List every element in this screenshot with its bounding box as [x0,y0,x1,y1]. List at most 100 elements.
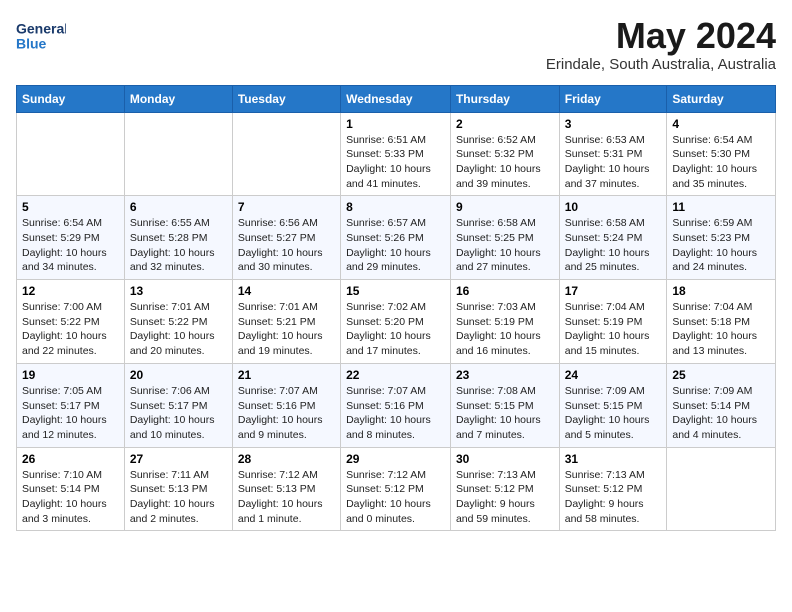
day-cell: 14 Sunrise: 7:01 AMSunset: 5:21 PMDaylig… [232,280,340,364]
day-cell: 15 Sunrise: 7:02 AMSunset: 5:20 PMDaylig… [341,280,451,364]
day-info: Sunrise: 6:52 AMSunset: 5:32 PMDaylight:… [456,133,554,192]
day-number: 20 [130,368,227,382]
calendar-table: SundayMondayTuesdayWednesdayThursdayFrid… [16,85,776,532]
day-info: Sunrise: 7:08 AMSunset: 5:15 PMDaylight:… [456,384,554,443]
day-info: Sunrise: 7:02 AMSunset: 5:20 PMDaylight:… [346,300,445,359]
day-info: Sunrise: 6:58 AMSunset: 5:24 PMDaylight:… [565,216,662,275]
col-header-saturday: Saturday [667,85,776,112]
day-cell: 2 Sunrise: 6:52 AMSunset: 5:32 PMDayligh… [450,112,559,196]
day-info: Sunrise: 6:53 AMSunset: 5:31 PMDaylight:… [565,133,662,192]
day-info: Sunrise: 7:07 AMSunset: 5:16 PMDaylight:… [346,384,445,443]
day-number: 24 [565,368,662,382]
col-header-tuesday: Tuesday [232,85,340,112]
month-title: May 2024 [546,16,776,56]
day-info: Sunrise: 7:06 AMSunset: 5:17 PMDaylight:… [130,384,227,443]
day-number: 3 [565,117,662,131]
logo-svg: General Blue [16,16,66,56]
location: Erindale, South Australia, Australia [546,56,776,73]
day-number: 19 [22,368,119,382]
day-cell: 7 Sunrise: 6:56 AMSunset: 5:27 PMDayligh… [232,196,340,280]
day-cell: 11 Sunrise: 6:59 AMSunset: 5:23 PMDaylig… [667,196,776,280]
day-cell: 28 Sunrise: 7:12 AMSunset: 5:13 PMDaylig… [232,447,340,531]
day-number: 5 [22,200,119,214]
header-row: SundayMondayTuesdayWednesdayThursdayFrid… [17,85,776,112]
day-cell: 21 Sunrise: 7:07 AMSunset: 5:16 PMDaylig… [232,363,340,447]
day-cell [667,447,776,531]
day-info: Sunrise: 7:01 AMSunset: 5:22 PMDaylight:… [130,300,227,359]
day-cell: 3 Sunrise: 6:53 AMSunset: 5:31 PMDayligh… [559,112,667,196]
day-info: Sunrise: 7:04 AMSunset: 5:19 PMDaylight:… [565,300,662,359]
day-cell: 6 Sunrise: 6:55 AMSunset: 5:28 PMDayligh… [124,196,232,280]
day-number: 4 [672,117,770,131]
day-info: Sunrise: 7:09 AMSunset: 5:14 PMDaylight:… [672,384,770,443]
day-number: 2 [456,117,554,131]
day-cell: 4 Sunrise: 6:54 AMSunset: 5:30 PMDayligh… [667,112,776,196]
day-number: 30 [456,452,554,466]
day-cell: 5 Sunrise: 6:54 AMSunset: 5:29 PMDayligh… [17,196,125,280]
day-cell: 16 Sunrise: 7:03 AMSunset: 5:19 PMDaylig… [450,280,559,364]
day-cell: 19 Sunrise: 7:05 AMSunset: 5:17 PMDaylig… [17,363,125,447]
day-number: 27 [130,452,227,466]
day-info: Sunrise: 7:07 AMSunset: 5:16 PMDaylight:… [238,384,335,443]
day-info: Sunrise: 6:54 AMSunset: 5:29 PMDaylight:… [22,216,119,275]
day-info: Sunrise: 6:57 AMSunset: 5:26 PMDaylight:… [346,216,445,275]
day-cell: 8 Sunrise: 6:57 AMSunset: 5:26 PMDayligh… [341,196,451,280]
day-number: 16 [456,284,554,298]
day-info: Sunrise: 6:54 AMSunset: 5:30 PMDaylight:… [672,133,770,192]
day-cell: 25 Sunrise: 7:09 AMSunset: 5:14 PMDaylig… [667,363,776,447]
day-info: Sunrise: 7:10 AMSunset: 5:14 PMDaylight:… [22,468,119,527]
col-header-friday: Friday [559,85,667,112]
day-number: 31 [565,452,662,466]
day-info: Sunrise: 7:05 AMSunset: 5:17 PMDaylight:… [22,384,119,443]
day-info: Sunrise: 7:13 AMSunset: 5:12 PMDaylight:… [456,468,554,527]
day-cell [232,112,340,196]
title-block: May 2024 Erindale, South Australia, Aust… [546,16,776,73]
day-cell: 10 Sunrise: 6:58 AMSunset: 5:24 PMDaylig… [559,196,667,280]
day-cell: 23 Sunrise: 7:08 AMSunset: 5:15 PMDaylig… [450,363,559,447]
day-number: 1 [346,117,445,131]
page-header: General Blue May 2024 Erindale, South Au… [16,16,776,73]
day-info: Sunrise: 7:11 AMSunset: 5:13 PMDaylight:… [130,468,227,527]
day-info: Sunrise: 7:03 AMSunset: 5:19 PMDaylight:… [456,300,554,359]
day-number: 9 [456,200,554,214]
week-row-2: 5 Sunrise: 6:54 AMSunset: 5:29 PMDayligh… [17,196,776,280]
day-cell: 26 Sunrise: 7:10 AMSunset: 5:14 PMDaylig… [17,447,125,531]
day-number: 28 [238,452,335,466]
day-number: 8 [346,200,445,214]
col-header-thursday: Thursday [450,85,559,112]
day-number: 12 [22,284,119,298]
day-info: Sunrise: 6:55 AMSunset: 5:28 PMDaylight:… [130,216,227,275]
day-number: 26 [22,452,119,466]
day-cell: 29 Sunrise: 7:12 AMSunset: 5:12 PMDaylig… [341,447,451,531]
svg-text:Blue: Blue [16,36,47,52]
col-header-sunday: Sunday [17,85,125,112]
day-info: Sunrise: 6:56 AMSunset: 5:27 PMDaylight:… [238,216,335,275]
day-info: Sunrise: 7:09 AMSunset: 5:15 PMDaylight:… [565,384,662,443]
day-info: Sunrise: 7:00 AMSunset: 5:22 PMDaylight:… [22,300,119,359]
day-cell: 12 Sunrise: 7:00 AMSunset: 5:22 PMDaylig… [17,280,125,364]
day-info: Sunrise: 7:12 AMSunset: 5:13 PMDaylight:… [238,468,335,527]
svg-text:General: General [16,21,66,37]
day-number: 7 [238,200,335,214]
col-header-monday: Monday [124,85,232,112]
day-info: Sunrise: 6:59 AMSunset: 5:23 PMDaylight:… [672,216,770,275]
day-number: 23 [456,368,554,382]
week-row-1: 1 Sunrise: 6:51 AMSunset: 5:33 PMDayligh… [17,112,776,196]
day-number: 25 [672,368,770,382]
day-info: Sunrise: 7:13 AMSunset: 5:12 PMDaylight:… [565,468,662,527]
day-number: 21 [238,368,335,382]
day-info: Sunrise: 7:01 AMSunset: 5:21 PMDaylight:… [238,300,335,359]
day-number: 14 [238,284,335,298]
day-cell: 17 Sunrise: 7:04 AMSunset: 5:19 PMDaylig… [559,280,667,364]
day-number: 18 [672,284,770,298]
day-cell: 22 Sunrise: 7:07 AMSunset: 5:16 PMDaylig… [341,363,451,447]
logo: General Blue [16,16,66,56]
day-number: 17 [565,284,662,298]
day-cell: 31 Sunrise: 7:13 AMSunset: 5:12 PMDaylig… [559,447,667,531]
week-row-3: 12 Sunrise: 7:00 AMSunset: 5:22 PMDaylig… [17,280,776,364]
day-info: Sunrise: 6:51 AMSunset: 5:33 PMDaylight:… [346,133,445,192]
day-cell: 30 Sunrise: 7:13 AMSunset: 5:12 PMDaylig… [450,447,559,531]
day-number: 13 [130,284,227,298]
day-cell: 18 Sunrise: 7:04 AMSunset: 5:18 PMDaylig… [667,280,776,364]
day-cell [17,112,125,196]
